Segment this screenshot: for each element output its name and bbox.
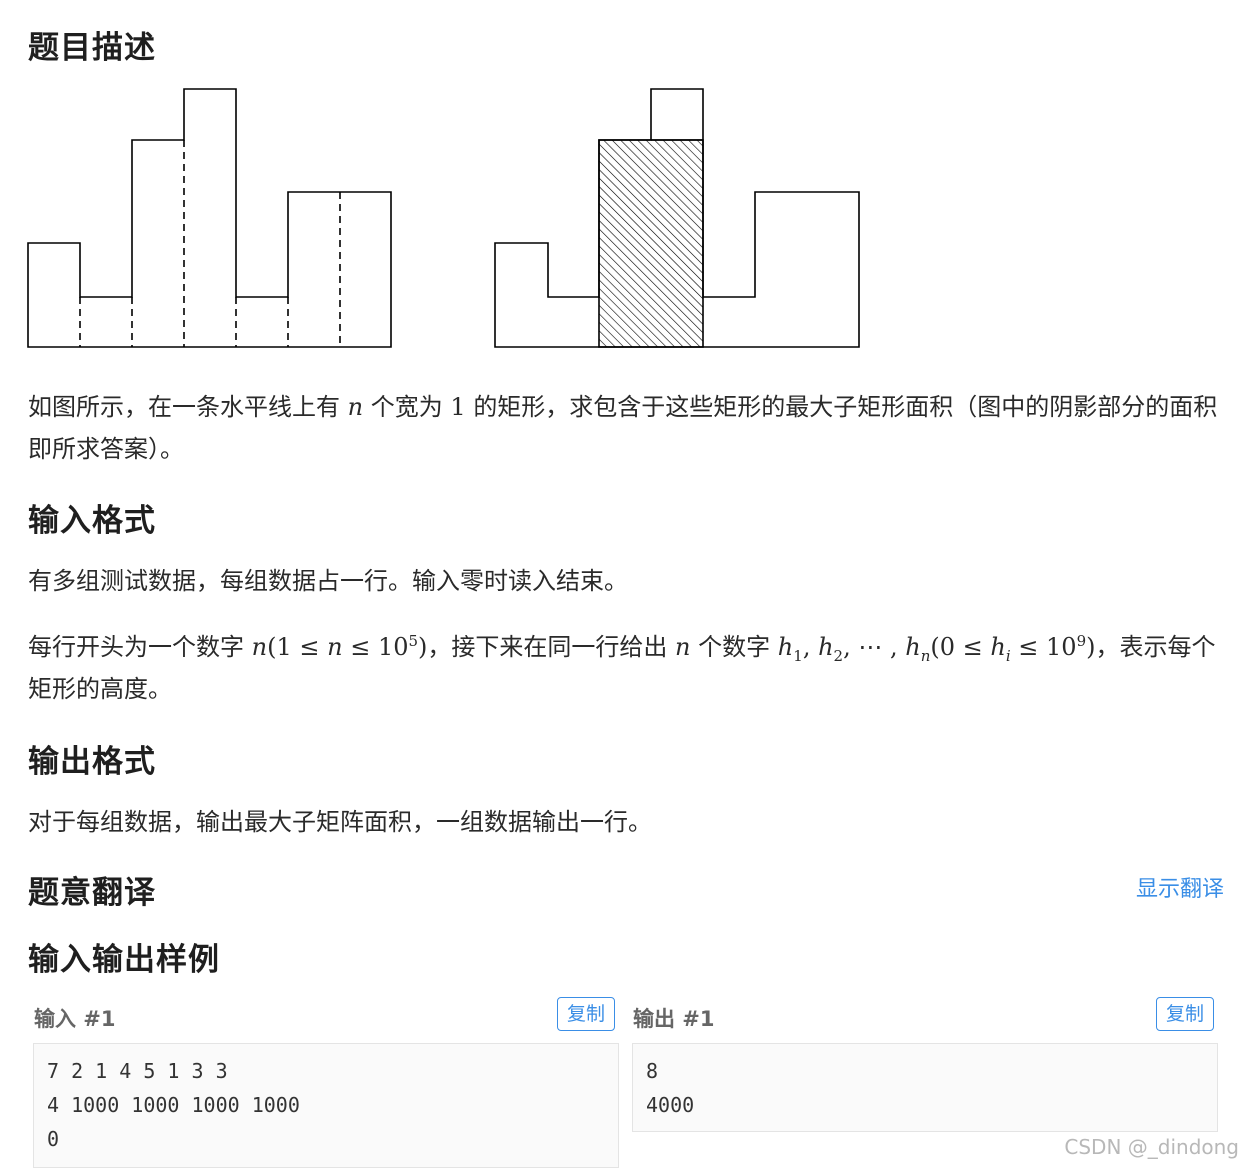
section-title-translation: 题意翻译	[28, 875, 156, 911]
input-text-1: 有多组测试数据，每组数据占一行。输入零时读入结束。	[28, 567, 628, 595]
copy-output-button[interactable]: 复制	[1156, 997, 1215, 1031]
histogram-left	[27, 88, 392, 348]
section-title-input: 输入格式	[28, 503, 156, 539]
watermark: CSDN @_dindong	[1064, 1135, 1239, 1159]
sample-output-label: 输出 #1	[633, 1007, 715, 1031]
histogram-figure	[27, 88, 860, 348]
histogram-right	[494, 88, 860, 348]
input-text-2: 每行开头为一个数字 n(1 ≤ n ≤ 105)，接下来在同一行给出 n 个数字…	[28, 632, 1216, 703]
output-text: 对于每组数据，输出最大子矩阵面积，一组数据输出一行。	[28, 808, 652, 836]
histogram-left-dividers	[79, 140, 341, 347]
sample-output-code[interactable]: 8 4000	[632, 1043, 1218, 1132]
section-title-output: 输出格式	[28, 744, 156, 780]
description-text: 如图所示，在一条水平线上有 n 个宽为 1 的矩形，求包含于这些矩形的最大子矩形…	[28, 393, 1218, 463]
sample-input-code[interactable]: 7 2 1 4 5 1 3 3 4 1000 1000 1000 1000 0	[33, 1043, 619, 1168]
copy-input-button[interactable]: 复制	[557, 997, 616, 1031]
sample-input-label: 输入 #1	[34, 1007, 116, 1031]
max-rectangle-shaded	[598, 139, 704, 348]
section-title-description: 题目描述	[28, 30, 156, 66]
histogram-left-outline	[27, 88, 392, 348]
show-translation-link[interactable]: 显示翻译	[1136, 871, 1224, 903]
section-title-samples: 输入输出样例	[28, 942, 220, 978]
